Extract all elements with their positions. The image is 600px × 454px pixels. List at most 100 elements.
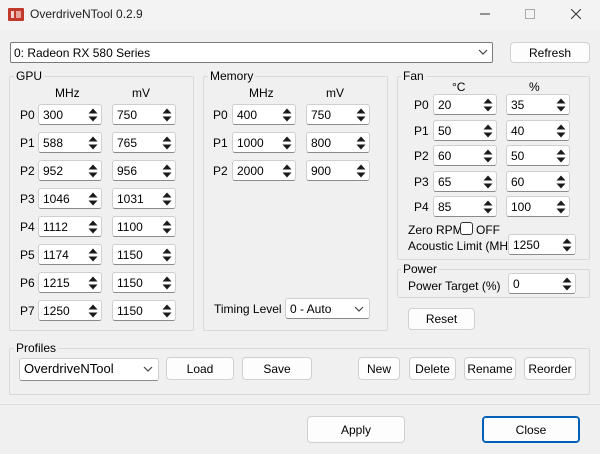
gpu-mhz-value: 1250	[43, 304, 70, 318]
memory-state-label: P0	[213, 108, 228, 122]
gpu-mv-input[interactable]: 956	[112, 160, 176, 181]
gpu-mhz-value: 1112	[43, 220, 68, 234]
gpu-device-value: 0: Radeon RX 580 Series	[14, 46, 151, 60]
power-target-value: 0	[513, 277, 520, 291]
gpu-device-select[interactable]: 0: Radeon RX 580 Series	[10, 42, 493, 63]
gpu-mhz-input[interactable]: 1046	[38, 188, 102, 209]
fan-temp-input[interactable]: 60	[433, 145, 497, 166]
spin-arrows-icon[interactable]	[482, 147, 494, 165]
fan-pct-input[interactable]: 50	[506, 145, 570, 166]
fan-temp-input[interactable]: 85	[433, 196, 497, 217]
spin-arrows-icon[interactable]	[482, 198, 494, 216]
fan-temp-input[interactable]: 65	[433, 170, 497, 192]
zero-rpm-checkbox[interactable]	[460, 222, 473, 235]
timing-level-select[interactable]: 0 - Auto	[285, 298, 370, 319]
chevron-down-icon	[354, 306, 364, 312]
spin-arrows-icon[interactable]	[161, 246, 173, 264]
minimize-button[interactable]	[463, 0, 507, 28]
spin-arrows-icon[interactable]	[555, 147, 567, 165]
spin-arrows-icon[interactable]	[355, 134, 367, 152]
rename-profile-button[interactable]: Rename	[464, 357, 516, 380]
gpu-state-label: P7	[20, 304, 35, 318]
spin-arrows-icon[interactable]	[87, 218, 99, 236]
fan-pct-input[interactable]: 35	[506, 94, 570, 115]
gpu-mv-input[interactable]: 1150	[112, 272, 176, 293]
power-target-label: Power Target (%)	[408, 279, 501, 293]
memory-col-mv: mV	[326, 86, 344, 100]
fan-temp-input[interactable]: 20	[433, 94, 497, 115]
load-profile-button[interactable]: Load	[166, 357, 234, 380]
gpu-mv-input[interactable]: 1100	[112, 216, 176, 237]
acoustic-limit-value: 1250	[513, 238, 540, 252]
gpu-mv-value: 956	[117, 164, 138, 178]
spin-arrows-icon[interactable]	[87, 134, 99, 152]
gpu-mhz-input[interactable]: 1112	[38, 216, 102, 237]
spin-arrows-icon[interactable]	[281, 134, 293, 152]
fan-pct-input[interactable]: 60	[506, 170, 570, 192]
spin-arrows-icon[interactable]	[161, 274, 173, 292]
gpu-mhz-input[interactable]: 952	[38, 160, 102, 181]
close-window-button[interactable]	[554, 0, 598, 28]
gpu-mhz-input[interactable]: 1215	[38, 272, 102, 293]
spin-arrows-icon[interactable]	[555, 198, 567, 216]
spin-arrows-icon[interactable]	[482, 96, 494, 114]
memory-mhz-input[interactable]: 2000	[232, 160, 296, 181]
memory-mv-input[interactable]: 800	[306, 132, 370, 153]
gpu-mv-input[interactable]: 1031	[112, 188, 176, 209]
spin-arrows-icon[interactable]	[87, 106, 99, 124]
spin-arrows-icon[interactable]	[482, 122, 494, 140]
spin-arrows-icon[interactable]	[555, 173, 567, 191]
fan-state-label: P0	[414, 98, 429, 112]
spin-arrows-icon[interactable]	[161, 162, 173, 180]
fan-pct-input[interactable]: 40	[506, 119, 570, 141]
refresh-button[interactable]: Refresh	[510, 42, 590, 63]
spin-arrows-icon[interactable]	[161, 190, 173, 208]
spin-arrows-icon[interactable]	[281, 162, 293, 180]
gpu-mhz-input[interactable]: 1174	[38, 244, 102, 265]
gpu-mv-input[interactable]: 1150	[112, 244, 176, 265]
profile-select[interactable]: OverdriveNTool	[19, 358, 159, 381]
spin-arrows-icon[interactable]	[161, 302, 173, 320]
delete-profile-button[interactable]: Delete	[409, 357, 456, 380]
new-profile-button[interactable]: New	[358, 357, 400, 380]
gpu-mhz-input[interactable]: 1250	[38, 300, 102, 321]
spin-arrows-icon[interactable]	[355, 162, 367, 180]
spin-arrows-icon[interactable]	[555, 122, 567, 140]
fan-state-label: P3	[414, 174, 429, 189]
apply-button[interactable]: Apply	[307, 416, 405, 443]
chevron-down-icon	[478, 49, 488, 55]
acoustic-limit-input[interactable]: 1250	[508, 234, 576, 255]
memory-mhz-input[interactable]: 1000	[232, 132, 296, 153]
fan-pct-input[interactable]: 100	[506, 196, 570, 217]
spin-arrows-icon[interactable]	[161, 134, 173, 152]
spin-arrows-icon[interactable]	[87, 162, 99, 180]
acoustic-limit-label: Acoustic Limit (MHz)	[408, 239, 519, 253]
spin-arrows-icon[interactable]	[87, 190, 99, 208]
power-target-input[interactable]: 0	[508, 273, 576, 294]
spin-arrows-icon[interactable]	[555, 96, 567, 114]
gpu-mhz-input[interactable]: 300	[38, 104, 102, 125]
spin-arrows-icon[interactable]	[281, 106, 293, 124]
memory-mv-input[interactable]: 900	[306, 160, 370, 181]
reorder-profile-button[interactable]: Reorder	[524, 357, 576, 380]
spin-arrows-icon[interactable]	[161, 218, 173, 236]
spin-arrows-icon[interactable]	[87, 274, 99, 292]
memory-mv-input[interactable]: 750	[306, 104, 370, 125]
close-button[interactable]: Close	[482, 416, 580, 443]
fan-temp-value: 20	[438, 98, 452, 112]
fan-temp-input[interactable]: 50	[433, 119, 497, 141]
spin-arrows-icon[interactable]	[87, 302, 99, 320]
gpu-mhz-input[interactable]: 588	[38, 132, 102, 153]
spin-arrows-icon[interactable]	[561, 236, 573, 254]
spin-arrows-icon[interactable]	[355, 106, 367, 124]
reset-button[interactable]: Reset	[408, 308, 475, 330]
spin-arrows-icon[interactable]	[87, 246, 99, 264]
spin-arrows-icon[interactable]	[482, 173, 494, 191]
gpu-mv-input[interactable]: 765	[112, 132, 176, 153]
spin-arrows-icon[interactable]	[161, 106, 173, 124]
spin-arrows-icon[interactable]	[561, 275, 573, 293]
save-profile-button[interactable]: Save	[242, 357, 312, 380]
gpu-mv-input[interactable]: 750	[112, 104, 176, 125]
memory-mhz-input[interactable]: 400	[232, 104, 296, 125]
gpu-mv-input[interactable]: 1150	[112, 300, 176, 321]
